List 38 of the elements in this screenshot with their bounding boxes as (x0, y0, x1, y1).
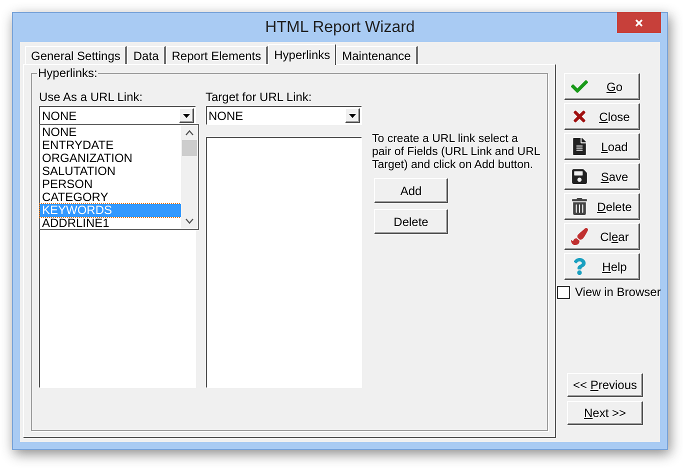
close-icon (634, 18, 644, 28)
window-title: HTML Report Wizard (265, 18, 415, 38)
close-button[interactable] (617, 12, 661, 33)
group-title: Hyperlinks: (37, 67, 98, 80)
caret-icon (345, 108, 360, 123)
check-icon (568, 78, 590, 95)
dropdown-option[interactable]: CATEGORY (40, 191, 181, 204)
previous-button[interactable]: << Previous (567, 373, 643, 397)
action-button[interactable]: Go (564, 73, 640, 100)
brush-icon (568, 228, 590, 245)
checkbox[interactable] (557, 286, 570, 298)
dropdown-option[interactable]: PERSON (40, 178, 181, 191)
action-button[interactable]: Clear (564, 223, 640, 250)
instructions-text: To create a URL link select a pair of Fields (URL Link and URL Target) and click on Add button. (372, 133, 540, 172)
scroll-thumb[interactable] (182, 140, 197, 156)
delete-button[interactable]: Delete (374, 209, 448, 234)
dropdown-option[interactable]: SALUTATION (40, 165, 181, 178)
action-button[interactable]: Save (564, 163, 640, 190)
action-button[interactable]: Help (564, 253, 640, 280)
next-button[interactable]: Next >> (567, 401, 643, 425)
tab[interactable]: Data (127, 46, 166, 64)
tab[interactable]: Hyperlinks (268, 44, 336, 65)
dropdown-option[interactable]: NONE (40, 126, 181, 139)
field-label: Use As a URL Link: (39, 90, 144, 105)
target-dropdown[interactable]: NONE (206, 106, 362, 125)
tab[interactable]: General Settings (25, 46, 128, 64)
dropdown-option[interactable]: ORGANIZATION (40, 152, 181, 165)
checkbox-label: View in Browser (575, 284, 661, 301)
dropdown-option[interactable]: ENTRYDATE (40, 139, 181, 152)
scrollbar[interactable] (181, 125, 198, 229)
action-button[interactable]: Delete (564, 193, 640, 220)
action-button[interactable]: Load (564, 133, 640, 160)
field-label: Target for URL Link: (206, 90, 313, 105)
tab[interactable]: Maintenance (336, 46, 418, 64)
action-button[interactable]: Close (564, 103, 640, 130)
add-button[interactable]: Add (374, 178, 448, 203)
dropdown-option[interactable]: ADDRLINE1 (40, 217, 181, 230)
url-link-dropdown[interactable]: NONE (39, 106, 196, 125)
